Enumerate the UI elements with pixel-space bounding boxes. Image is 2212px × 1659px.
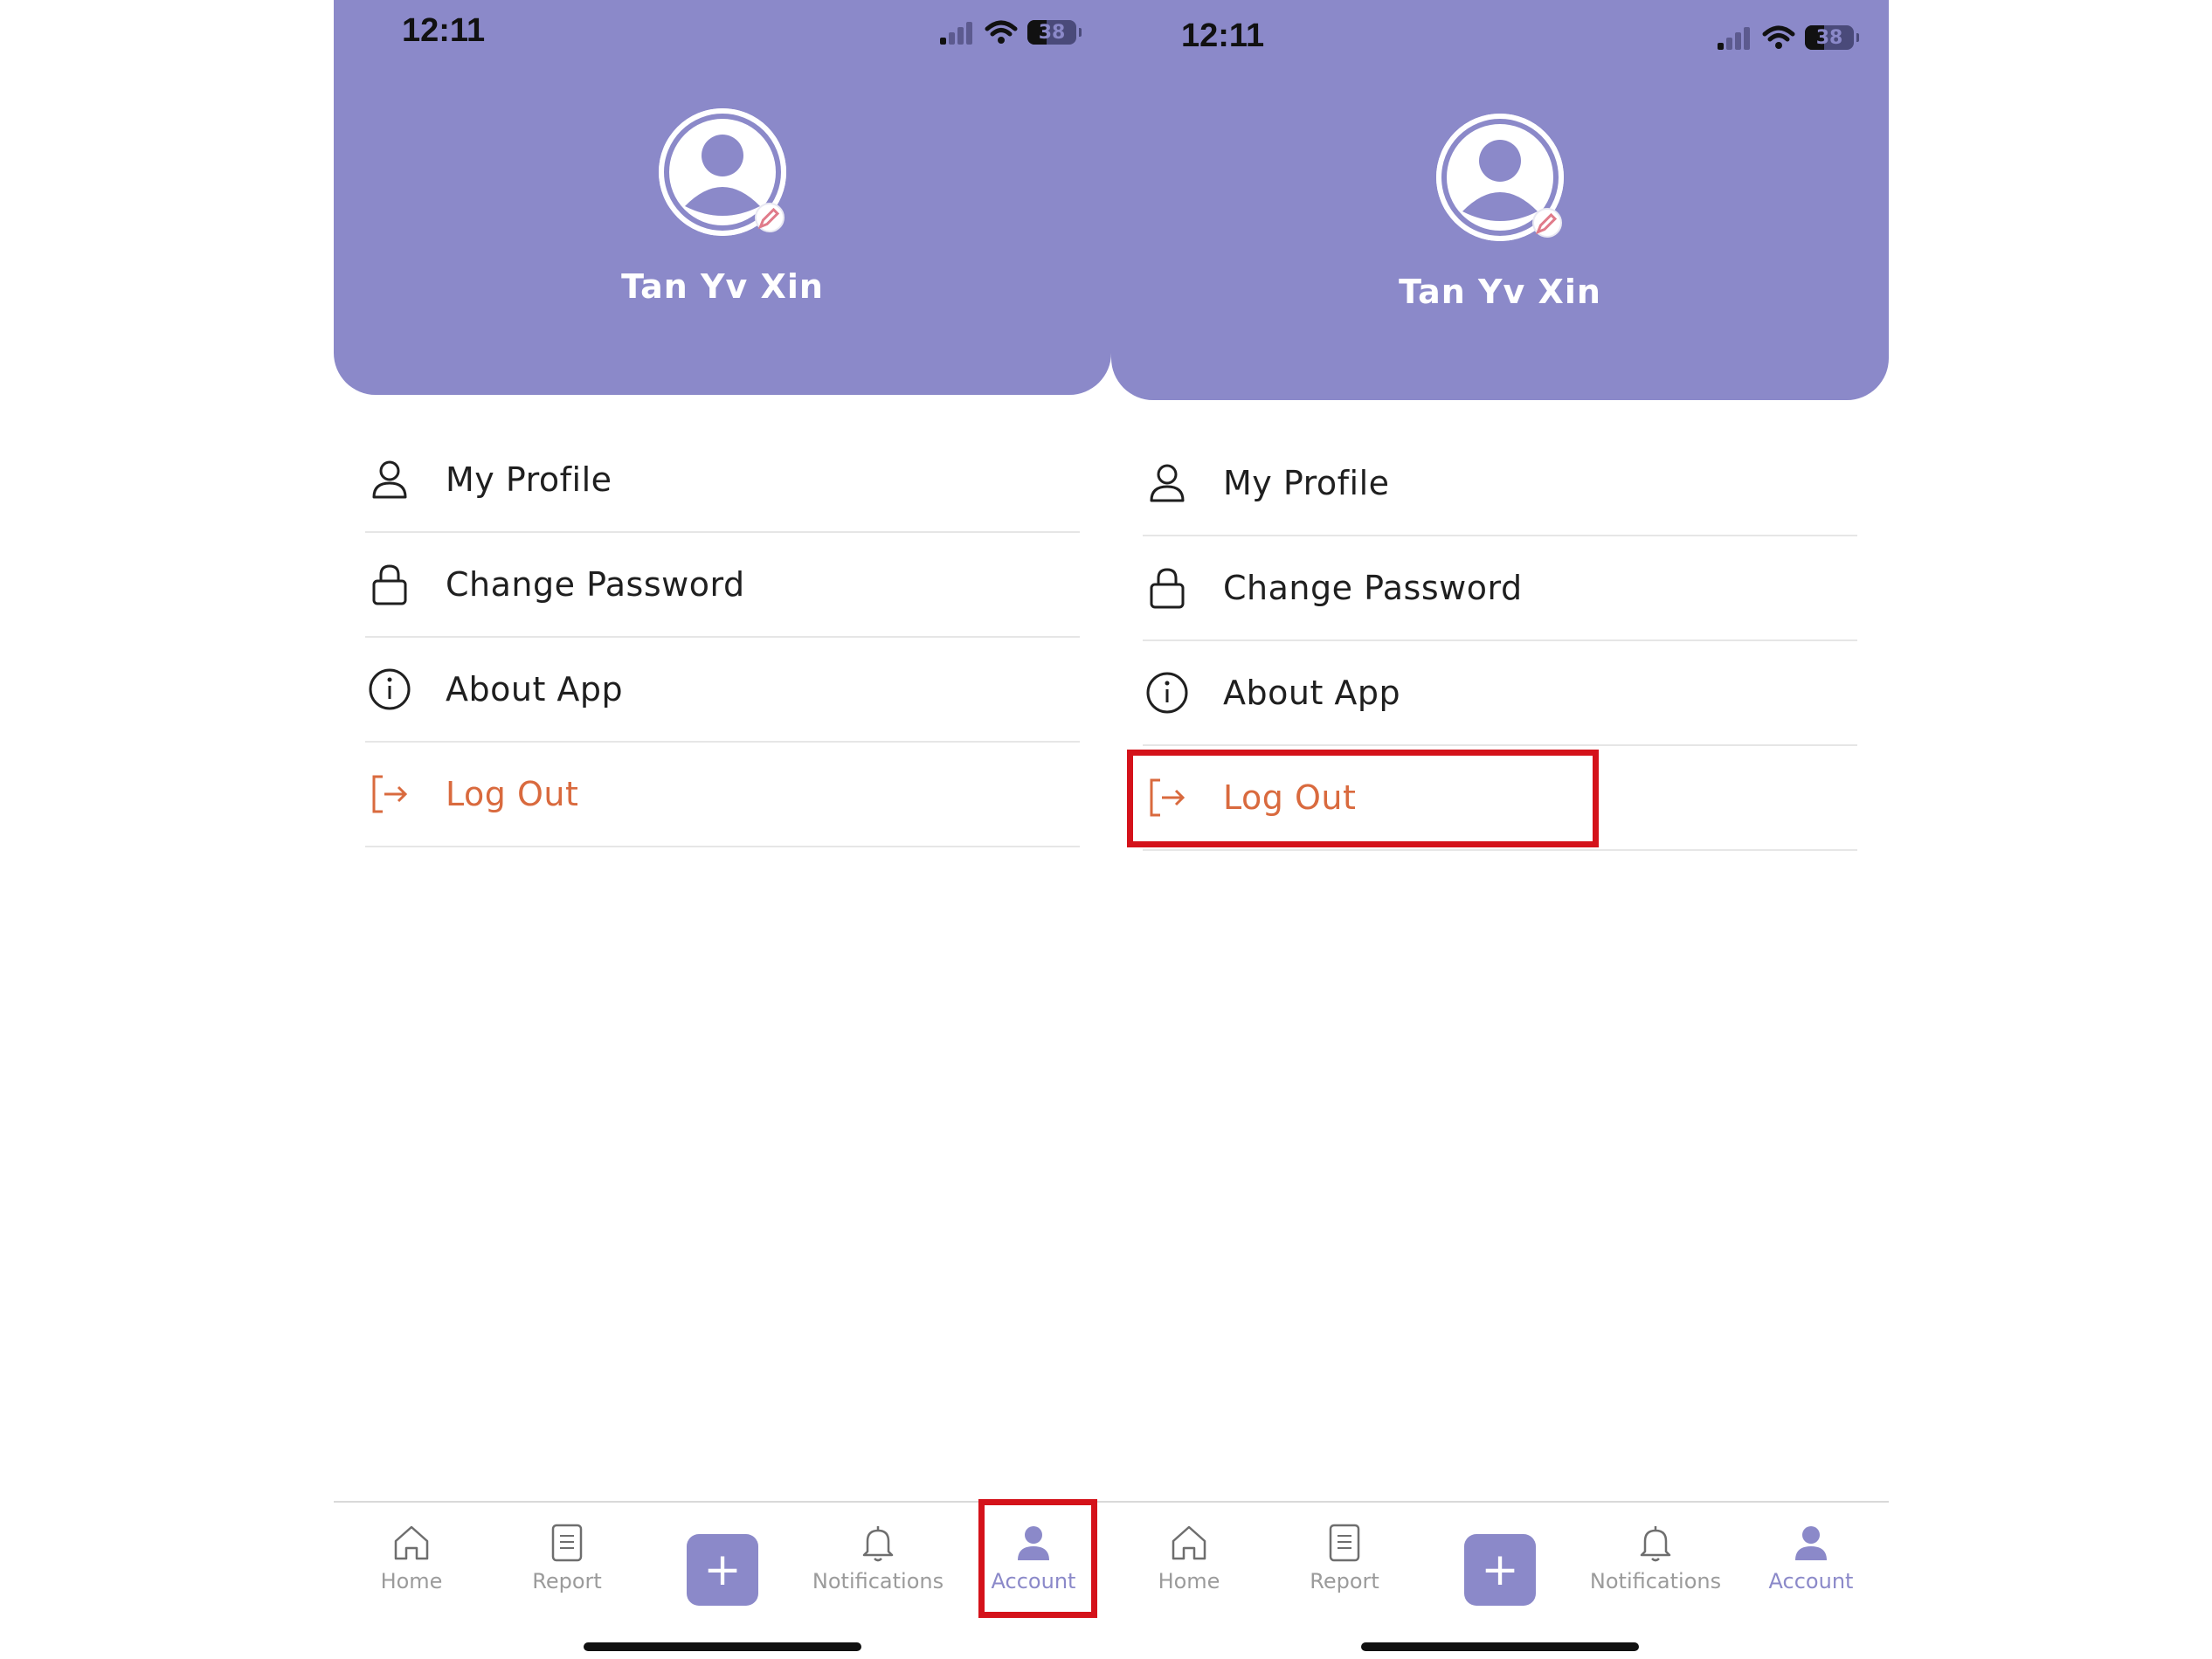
pencil-icon[interactable] <box>1532 208 1562 238</box>
menu-label: Change Password <box>446 565 745 604</box>
account-icon <box>1790 1522 1832 1564</box>
user-icon <box>367 457 412 502</box>
status-icons: 38 <box>1718 23 1859 52</box>
add-button[interactable]: + <box>687 1534 758 1606</box>
profile-header: 12:11 38 Tan Yv Xin <box>1111 0 1889 400</box>
menu-label: Log Out <box>446 775 579 813</box>
user-icon <box>1144 460 1190 506</box>
tab-notifications[interactable]: Notifications <box>1578 1503 1733 1623</box>
home-indicator[interactable] <box>584 1642 861 1651</box>
menu-item-about-app[interactable]: About App <box>365 638 1080 743</box>
status-time: 12:11 <box>1181 17 1265 54</box>
status-time: 12:11 <box>402 12 486 49</box>
tab-account[interactable]: Account <box>1733 1503 1889 1623</box>
add-button[interactable]: + <box>1464 1534 1536 1606</box>
menu-item-change-password[interactable]: Change Password <box>1143 536 1857 641</box>
profile-header: 12:11 38 Tan Yv Xin <box>334 0 1111 395</box>
battery-icon: 38 <box>1027 20 1082 45</box>
signal-icon <box>940 20 975 45</box>
menu-item-my-profile[interactable]: My Profile <box>365 428 1080 533</box>
bell-icon <box>857 1522 899 1564</box>
info-icon <box>1144 670 1190 715</box>
logout-icon <box>1144 775 1190 820</box>
report-icon <box>546 1522 588 1564</box>
battery-level: 38 <box>1815 26 1843 49</box>
menu-item-about-app[interactable]: About App <box>1143 641 1857 746</box>
home-icon <box>1168 1522 1210 1564</box>
menu-label: Change Password <box>1223 569 1523 607</box>
menu-label: About App <box>1223 674 1401 712</box>
menu-label: Log Out <box>1223 778 1357 817</box>
wifi-icon <box>1762 25 1795 49</box>
menu-item-change-password[interactable]: Change Password <box>365 533 1080 638</box>
tab-label: Report <box>532 1569 602 1593</box>
tab-notifications[interactable]: Notifications <box>800 1503 956 1623</box>
battery-level: 38 <box>1038 21 1066 44</box>
info-icon <box>367 667 412 712</box>
menu-item-log-out[interactable]: Log Out <box>1143 746 1857 851</box>
phone-screen-right: 12:11 38 Tan Yv Xin My Profile Change Pa… <box>1111 0 1889 1659</box>
menu-label: About App <box>446 670 624 709</box>
tab-label: Account <box>1768 1569 1854 1593</box>
plus-icon: + <box>703 1544 742 1596</box>
tab-label: Account <box>991 1569 1076 1593</box>
status-icons: 38 <box>940 17 1082 47</box>
avatar[interactable] <box>659 108 786 236</box>
phone-screen-left: 12:11 38 Tan Yv Xin My Profile Change Pa… <box>334 0 1111 1659</box>
battery-icon: 38 <box>1805 25 1859 50</box>
tab-add[interactable]: + <box>1422 1503 1578 1623</box>
menu-item-log-out[interactable]: Log Out <box>365 743 1080 847</box>
home-indicator[interactable] <box>1361 1642 1639 1651</box>
account-icon <box>1013 1522 1054 1564</box>
wifi-icon <box>985 20 1018 44</box>
tab-report[interactable]: Report <box>489 1503 645 1623</box>
report-icon <box>1324 1522 1365 1564</box>
tab-add[interactable]: + <box>645 1503 800 1623</box>
pencil-icon[interactable] <box>755 203 785 232</box>
lock-icon <box>367 562 412 607</box>
tab-label: Notifications <box>812 1569 944 1593</box>
tab-label: Notifications <box>1589 1569 1722 1593</box>
tab-label: Home <box>1158 1569 1220 1593</box>
account-menu: My Profile Change Password About App Log… <box>1143 432 1857 851</box>
plus-icon: + <box>1481 1544 1519 1596</box>
bottom-tab-bar: Home Report + Notifications Account <box>1111 1501 1889 1623</box>
tab-home[interactable]: Home <box>1111 1503 1267 1623</box>
tab-label: Report <box>1310 1569 1379 1593</box>
tab-account[interactable]: Account <box>956 1503 1111 1623</box>
bell-icon <box>1635 1522 1676 1564</box>
tab-report[interactable]: Report <box>1267 1503 1422 1623</box>
avatar[interactable] <box>1436 114 1564 241</box>
menu-label: My Profile <box>446 460 612 499</box>
signal-icon <box>1718 25 1752 50</box>
menu-label: My Profile <box>1223 464 1390 502</box>
bottom-tab-bar: Home Report + Notifications Account <box>334 1501 1111 1623</box>
tab-label: Home <box>380 1569 443 1593</box>
user-name: Tan Yv Xin <box>621 267 824 306</box>
logout-icon <box>367 771 412 817</box>
user-name: Tan Yv Xin <box>1399 273 1601 311</box>
account-menu: My Profile Change Password About App Log… <box>365 428 1080 847</box>
lock-icon <box>1144 565 1190 611</box>
home-icon <box>391 1522 432 1564</box>
menu-item-my-profile[interactable]: My Profile <box>1143 432 1857 536</box>
tab-home[interactable]: Home <box>334 1503 489 1623</box>
